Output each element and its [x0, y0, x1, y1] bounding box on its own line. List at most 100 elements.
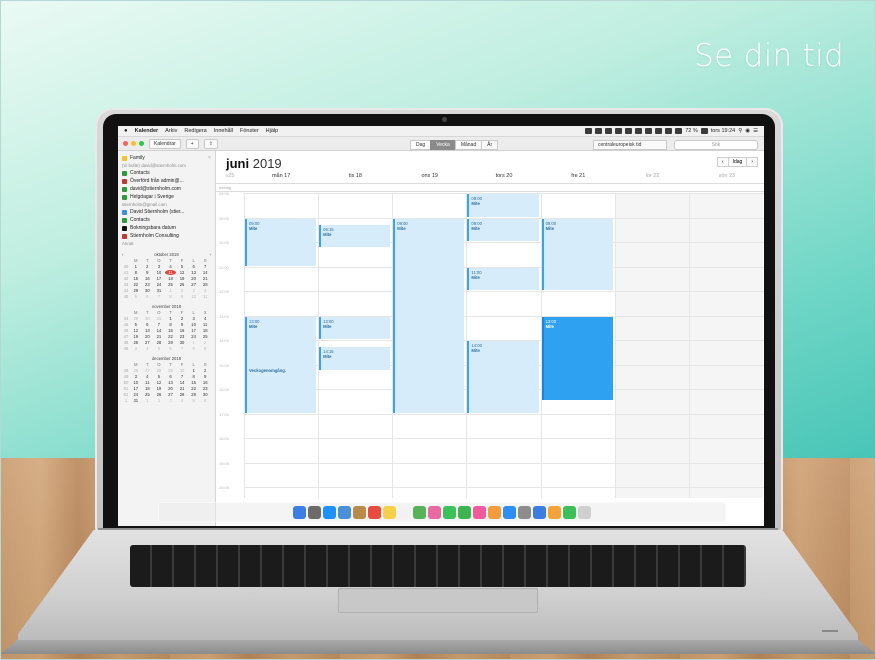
keynote-icon[interactable]	[533, 505, 546, 519]
status-icon[interactable]	[625, 128, 633, 134]
share-icon[interactable]: ⇧	[203, 138, 218, 149]
mini-day[interactable]: 8	[188, 346, 200, 351]
calendar-checkbox[interactable]	[122, 209, 127, 215]
calendar-event[interactable]: 09:00 Mite	[541, 218, 613, 290]
mini-day[interactable]: 5	[130, 294, 142, 299]
mini-day[interactable]: 9	[142, 270, 154, 275]
calendar-checkbox[interactable]	[122, 178, 127, 184]
day-column[interactable]	[614, 193, 689, 498]
mini-day[interactable]: 1	[165, 316, 177, 321]
mini-day[interactable]: 16	[142, 276, 154, 281]
mini-day[interactable]: 4	[176, 398, 188, 403]
calendar-checkbox[interactable]	[122, 233, 127, 239]
mini-day[interactable]: 23	[199, 386, 211, 391]
mini-day[interactable]: 26	[130, 368, 142, 373]
mini-day[interactable]: 5	[130, 322, 142, 327]
status-icon[interactable]	[595, 128, 603, 134]
mini-day[interactable]: 6	[188, 264, 200, 269]
mini-day[interactable]: 2	[142, 264, 154, 269]
calendar-item-family[interactable]: Family ≈	[122, 154, 211, 162]
notification-center-icon[interactable]: ☰	[753, 128, 758, 134]
mini-day[interactable]: 3	[188, 316, 200, 321]
calendar-event[interactable]: 14:15 Mite	[319, 347, 391, 370]
day-header[interactable]: tors 20	[467, 173, 541, 183]
battery-percent[interactable]: 72 %	[685, 128, 698, 134]
calendar-checkbox[interactable]	[122, 225, 127, 231]
calendar-icon[interactable]	[368, 505, 381, 519]
mini-day[interactable]: 3	[130, 346, 142, 351]
status-icon[interactable]	[605, 128, 613, 134]
mini-day[interactable]: 28	[176, 392, 188, 397]
mini-day[interactable]: 15	[130, 276, 142, 281]
mini-day[interactable]: 18	[165, 276, 177, 281]
mini-day[interactable]: 28	[199, 282, 211, 287]
volume-icon[interactable]	[675, 128, 683, 134]
menu-arkiv[interactable]: Arkiv	[165, 128, 177, 134]
mini-day[interactable]: 3	[188, 288, 200, 293]
mini-day[interactable]: 18	[199, 328, 211, 333]
mini-day[interactable]: 27	[188, 282, 200, 287]
itunes-icon[interactable]	[473, 505, 486, 519]
pages-icon[interactable]	[548, 505, 561, 519]
day-header[interactable]: lör 22	[615, 173, 689, 183]
mini-day[interactable]: 12	[176, 270, 188, 275]
calendar-event[interactable]: 09:00 Mite	[393, 218, 465, 413]
mini-day[interactable]: 7	[153, 322, 165, 327]
calendar-event[interactable]: 14:00 Mite	[467, 341, 539, 413]
mini-day[interactable]: 16	[199, 380, 211, 385]
calendar-item[interactable]: Contacts	[122, 216, 211, 224]
mini-day[interactable]: 14	[153, 328, 165, 333]
view-week-tab[interactable]: Vecka	[430, 140, 456, 150]
mini-day[interactable]: 24	[130, 392, 142, 397]
menu-innehall[interactable]: Innehåll	[214, 128, 233, 134]
mini-day[interactable]: 11	[199, 322, 211, 327]
mini-day[interactable]: 1	[188, 340, 200, 345]
mini-day[interactable]: 20	[142, 334, 154, 339]
mini-day[interactable]: 29	[130, 288, 142, 293]
mini-day[interactable]: 26	[130, 340, 142, 345]
mini-day[interactable]: 10	[130, 380, 142, 385]
close-window-icon[interactable]	[123, 141, 128, 146]
menu-fonster[interactable]: Fönster	[240, 128, 259, 134]
mini-day[interactable]: 15	[165, 328, 177, 333]
menu-redigera[interactable]: Redigera	[184, 128, 206, 134]
mini-day[interactable]: 6	[165, 346, 177, 351]
mini-day[interactable]: 5	[188, 398, 200, 403]
mini-day[interactable]: 12	[153, 380, 165, 385]
mini-day[interactable]: 14	[199, 270, 211, 275]
time-grid[interactable]: 08:00 09:00 10:00 11:00 12:00 13:00 14:00 15:00…	[216, 191, 764, 498]
apple-menu-icon[interactable]: ●	[124, 128, 128, 134]
calendar-event[interactable]: 09:00 Mite	[245, 218, 317, 266]
mini-day[interactable]: 3	[153, 264, 165, 269]
mini-day[interactable]: 4	[165, 264, 177, 269]
mini-day[interactable]: 21	[199, 276, 211, 281]
mini-day[interactable]: 19	[130, 334, 142, 339]
mini-day[interactable]: 20	[165, 386, 177, 391]
mini-day[interactable]: 6	[142, 294, 154, 299]
menu-clock[interactable]: tors 19:24	[711, 128, 735, 134]
today-marker[interactable]: 11	[164, 270, 177, 275]
maps-icon[interactable]	[413, 505, 426, 519]
mini-day[interactable]: 7	[176, 346, 188, 351]
mini-day[interactable]: 30	[142, 316, 154, 321]
mini-day[interactable]: 22	[165, 334, 177, 339]
mini-day[interactable]: 9	[199, 346, 211, 351]
trash-icon[interactable]	[578, 505, 591, 519]
view-day-tab[interactable]: Dag	[410, 140, 432, 150]
mini-day[interactable]: 21	[153, 334, 165, 339]
search-input[interactable]: Sök	[674, 140, 758, 150]
mini-day[interactable]: 5	[176, 264, 188, 269]
mini-day[interactable]: 29	[188, 392, 200, 397]
reminders-icon[interactable]	[398, 505, 411, 519]
chevron-right-icon[interactable]: ›	[210, 252, 211, 257]
mini-day[interactable]: 10	[153, 270, 165, 275]
mini-day[interactable]: 27	[142, 340, 154, 345]
mini-day[interactable]: 4	[199, 316, 211, 321]
calendar-event[interactable]: 13:00 Mite	[319, 316, 391, 339]
mini-day[interactable]: 31	[153, 288, 165, 293]
mini-day[interactable]: 21	[176, 386, 188, 391]
calendar-event[interactable]: 13:00 Mite	[541, 316, 613, 401]
mini-day[interactable]: 29	[130, 316, 142, 321]
calendar-item[interactable]: Stiernholm Consulting	[122, 232, 211, 240]
mini-day[interactable]: 1	[142, 398, 154, 403]
